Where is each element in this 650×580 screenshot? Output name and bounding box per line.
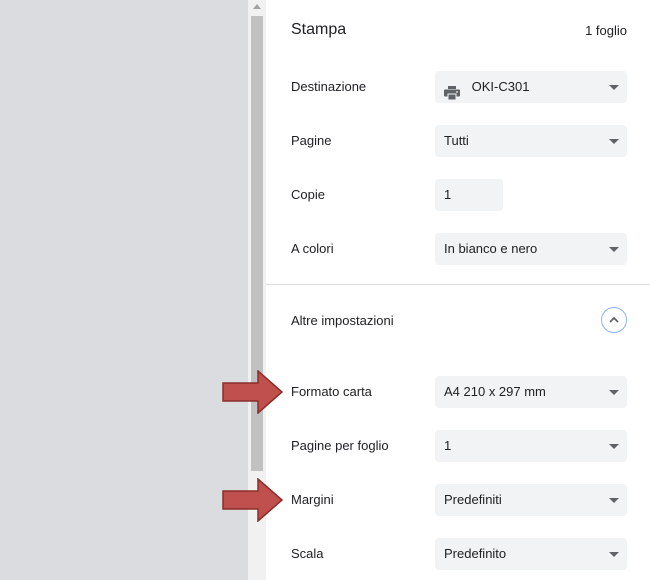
chevron-down-icon <box>609 444 619 449</box>
copies-input[interactable]: 1 <box>435 179 503 211</box>
section-divider <box>266 284 650 285</box>
sheet-count: 1 foglio <box>585 23 627 38</box>
paper-size-label: Formato carta <box>291 384 372 399</box>
print-settings-panel: Stampa 1 foglio Destinazione OKI-C301 Pa… <box>266 0 650 580</box>
destination-value: OKI-C301 <box>471 79 530 94</box>
margins-value: Predefiniti <box>444 492 502 507</box>
pages-per-sheet-value: 1 <box>444 438 452 453</box>
pages-per-sheet-select[interactable]: 1 <box>435 430 627 462</box>
page-title: Stampa <box>291 21 347 38</box>
pages-select[interactable]: Tutti <box>435 125 627 157</box>
more-settings-toggle-button[interactable] <box>601 307 627 333</box>
scroll-up-arrow-icon[interactable] <box>253 4 261 9</box>
chevron-up-icon <box>609 316 619 323</box>
color-select[interactable]: In bianco e nero <box>435 233 627 265</box>
paper-size-value: A4 210 x 297 mm <box>444 384 546 399</box>
copies-label: Copie <box>291 187 325 202</box>
chevron-down-icon <box>609 390 619 395</box>
scale-select[interactable]: Predefinito <box>435 538 627 570</box>
printer-icon <box>444 80 460 101</box>
destination-select[interactable]: OKI-C301 <box>435 71 627 103</box>
scale-label: Scala <box>291 546 324 561</box>
margins-select[interactable]: Predefiniti <box>435 484 627 516</box>
annotation-arrow-icon <box>222 478 284 522</box>
print-preview-area <box>0 0 248 580</box>
more-settings-label[interactable]: Altre impostazioni <box>291 313 394 328</box>
paper-size-select[interactable]: A4 210 x 297 mm <box>435 376 627 408</box>
color-value: In bianco e nero <box>444 241 538 256</box>
scale-value: Predefinito <box>444 546 507 561</box>
chevron-down-icon <box>609 85 619 90</box>
destination-label: Destinazione <box>291 79 367 94</box>
annotation-arrow-icon <box>222 370 284 414</box>
chevron-down-icon <box>609 498 619 503</box>
pages-value: Tutti <box>444 133 469 148</box>
margins-label: Margini <box>291 492 334 507</box>
chevron-down-icon <box>609 552 619 557</box>
chevron-down-icon <box>609 247 619 252</box>
pages-label: Pagine <box>291 133 332 148</box>
chevron-down-icon <box>609 139 619 144</box>
pages-per-sheet-label: Pagine per foglio <box>291 438 389 453</box>
color-label: A colori <box>291 241 334 256</box>
